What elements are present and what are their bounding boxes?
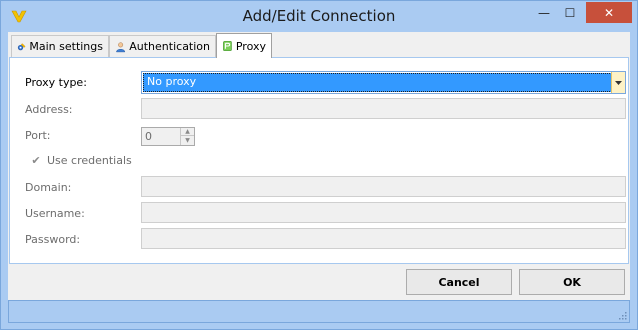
tab-strip: Main settings Authentication Proxy bbox=[8, 32, 630, 58]
proxy-type-value: No proxy bbox=[143, 73, 612, 92]
port-stepper[interactable]: 0 ▲ ▼ bbox=[141, 127, 195, 146]
proxy-panel: Proxy type: No proxy Address: Port: 0 ▲ … bbox=[9, 57, 629, 264]
minimize-icon: — bbox=[538, 5, 550, 20]
proxy-icon bbox=[223, 40, 232, 52]
main-settings-icon bbox=[17, 42, 26, 50]
tab-label: Proxy bbox=[235, 39, 266, 53]
password-field[interactable] bbox=[141, 228, 626, 249]
username-label: Username: bbox=[25, 207, 85, 220]
proxy-type-select[interactable]: No proxy bbox=[141, 71, 626, 94]
status-bar bbox=[8, 300, 630, 323]
domain-label: Domain: bbox=[25, 181, 72, 194]
ok-button[interactable]: OK bbox=[519, 269, 625, 295]
checkmark-icon: ✔ bbox=[31, 154, 41, 167]
spin-up-icon[interactable]: ▲ bbox=[181, 128, 194, 136]
user-icon bbox=[116, 41, 126, 52]
port-label: Port: bbox=[25, 129, 51, 142]
tab-label: Main settings bbox=[29, 40, 103, 53]
maximize-button[interactable]: ☐ bbox=[557, 2, 583, 23]
maximize-icon: ☐ bbox=[564, 5, 576, 20]
tab-proxy[interactable]: Proxy bbox=[216, 33, 272, 58]
username-field[interactable] bbox=[141, 202, 626, 223]
proxy-type-label: Proxy type: bbox=[25, 76, 87, 89]
chevron-down-icon bbox=[615, 80, 622, 85]
tab-authentication[interactable]: Authentication bbox=[109, 35, 216, 57]
close-button[interactable]: ✕ bbox=[586, 2, 632, 23]
use-credentials-label: Use credentials bbox=[47, 154, 132, 167]
use-credentials-checkbox[interactable]: ✔ Use credentials bbox=[30, 154, 132, 167]
client-area: Main settings Authentication Proxy Proxy… bbox=[8, 32, 630, 323]
spin-down-icon[interactable]: ▼ bbox=[181, 136, 194, 144]
title-bar[interactable]: Add/Edit Connection — ☐ ✕ bbox=[1, 1, 637, 32]
port-stepper-buttons[interactable]: ▲ ▼ bbox=[180, 128, 194, 145]
address-field[interactable] bbox=[141, 98, 626, 119]
resize-grip-icon[interactable] bbox=[617, 310, 627, 320]
close-icon: ✕ bbox=[603, 5, 615, 20]
password-label: Password: bbox=[25, 233, 81, 246]
tab-label: Authentication bbox=[129, 40, 210, 53]
domain-field[interactable] bbox=[141, 176, 626, 197]
minimize-button[interactable]: — bbox=[531, 2, 557, 23]
tab-main-settings[interactable]: Main settings bbox=[11, 35, 109, 57]
dialog-window: Add/Edit Connection — ☐ ✕ Main settings bbox=[0, 0, 638, 330]
cancel-button[interactable]: Cancel bbox=[406, 269, 512, 295]
port-value: 0 bbox=[145, 130, 152, 143]
dropdown-button[interactable] bbox=[611, 72, 625, 93]
address-label: Address: bbox=[25, 103, 73, 116]
